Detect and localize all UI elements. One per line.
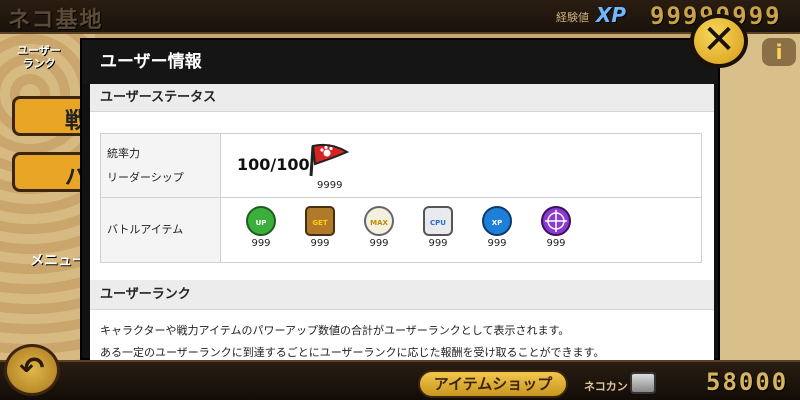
user-rank-tab[interactable]: ユーザー ランク [4, 44, 74, 70]
speed-up-icon: UP [246, 206, 276, 236]
rich-cat-max-icon: MAX [364, 206, 394, 236]
rich-cat-count: 999 [369, 238, 389, 249]
menu-button[interactable]: メニュー [30, 250, 86, 270]
xp-up-icon: XP [482, 206, 512, 236]
leadership-row-label: 統率力 リーダーシップ [101, 134, 221, 197]
user-status-section-header: ユーザーステータス [90, 84, 714, 112]
user-info-dialog: ユーザー情報 ユーザーステータス 統率力 リーダーシップ 100/100 999… [80, 38, 720, 360]
red-flag-icon [309, 143, 350, 177]
xp-label: 経験値 [556, 11, 589, 24]
top-bar: ネコ基地 経験値 XP 99999999 [0, 0, 800, 34]
leadership-label-en: リーダーシップ [107, 171, 184, 184]
battle-item-cat-cpu: CPU 999 [416, 206, 460, 262]
leadership-row: 統率力 リーダーシップ 100/100 9999 [101, 134, 701, 198]
sniper-count: 999 [546, 238, 566, 249]
battle-items-row: バトルアイテム UP 999 GET 999 MAX 999 CPU 999 X… [101, 198, 701, 262]
battle-items-label: バトルアイテム [101, 198, 221, 262]
user-rank-tab-label-1: ユーザー [17, 44, 61, 57]
battle-item-treasure-radar: GET 999 [298, 206, 342, 262]
user-rank-section-header: ユーザーランク [90, 280, 714, 310]
dialog-body[interactable]: ユーザーステータス 統率力 リーダーシップ 100/100 9999 バトルアイ… [90, 84, 714, 360]
flag-count: 9999 [317, 180, 343, 191]
catfood-value: 58000 [706, 368, 789, 396]
speed-up-count: 999 [251, 238, 271, 249]
treasure-chest-icon: GET [305, 206, 335, 236]
dialog-title: ユーザー情報 [82, 40, 718, 84]
xp-badge: XP [596, 3, 627, 27]
treasure-radar-count: 999 [310, 238, 330, 249]
battle-item-sniper: 999 [534, 206, 578, 262]
bottom-bar [0, 360, 800, 400]
screen-title: ネコ基地 [8, 8, 104, 33]
sniper-crosshair-icon [541, 206, 571, 236]
rank-description-line-2: ある一定のユーザーランクに到達するごとにユーザーランクに応じた報酬を受け取ること… [100, 346, 605, 359]
catfood-can-icon [630, 372, 656, 394]
cat-cpu-count: 999 [428, 238, 448, 249]
battle-item-rich-cat: MAX 999 [357, 206, 401, 262]
cat-cpu-icon: CPU [423, 206, 453, 236]
xp-up-count: 999 [487, 238, 507, 249]
leadership-value: 100/100 [237, 155, 310, 174]
item-shop-button[interactable]: アイテムショップ [418, 370, 568, 398]
leadership-label: 統率力 [107, 147, 140, 160]
catfood-label: ネコカン [584, 380, 628, 393]
back-arrow-icon[interactable]: ↶ [4, 344, 60, 396]
user-status-table: 統率力 リーダーシップ 100/100 9999 バトルアイテム UP 999 … [100, 133, 702, 263]
battle-item-xp-up: XP 999 [475, 206, 519, 262]
close-icon[interactable]: ✕ [690, 14, 748, 68]
battle-item-speed-up: UP 999 [239, 206, 283, 262]
rank-description-line-1: キャラクターや戦力アイテムのパワーアップ数値の合計がユーザーランクとして表示され… [100, 324, 570, 337]
info-icon[interactable]: i [762, 38, 796, 66]
user-rank-tab-label-2: ランク [22, 57, 56, 70]
